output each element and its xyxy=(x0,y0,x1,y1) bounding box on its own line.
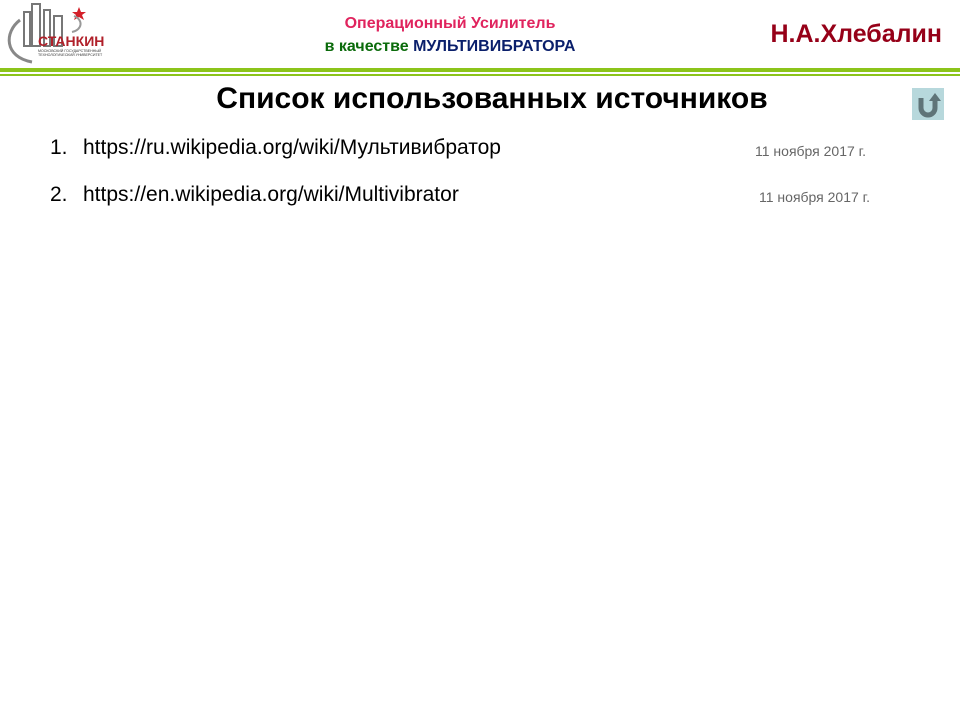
return-arrow-icon xyxy=(918,93,941,118)
header-divider-thin xyxy=(0,74,960,76)
source-date: 11 ноября 2017 г. xyxy=(759,189,870,205)
header-title-line1: Операционный Усилитель xyxy=(344,15,556,32)
source-link[interactable]: https://ru.wikipedia.org/wiki/Мультивибр… xyxy=(83,136,501,159)
source-number: 1. xyxy=(50,136,68,159)
back-button[interactable] xyxy=(912,88,944,120)
source-link[interactable]: https://en.wikipedia.org/wiki/Multivibra… xyxy=(83,183,459,206)
slide-title: Список использованных источников xyxy=(216,82,768,115)
source-item: 2. https://en.wikipedia.org/wiki/Multivib… xyxy=(50,183,459,207)
header-subtitle: в качестве МУЛЬТИВИБРАТОРА xyxy=(0,38,900,56)
source-date: 11 ноября 2017 г. xyxy=(755,143,866,159)
header-title: Операционный Усилитель xyxy=(0,15,900,33)
header-subtitle-prefix: в качестве xyxy=(324,38,409,55)
author-name: Н.А.Хлебалин xyxy=(770,20,943,48)
source-item: 1. https://ru.wikipedia.org/wiki/Мультиви… xyxy=(50,136,501,160)
header-divider xyxy=(0,68,960,72)
source-number: 2. xyxy=(50,183,68,206)
header-subtitle-main: МУЛЬТИВИБРАТОРА xyxy=(413,38,576,55)
